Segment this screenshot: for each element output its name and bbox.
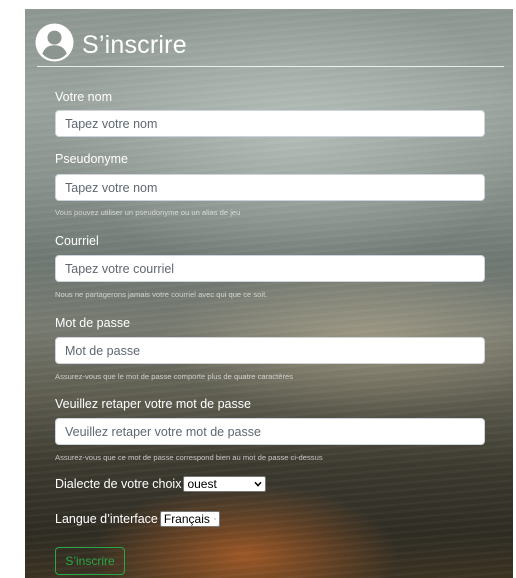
name-label: Votre nom	[55, 90, 112, 104]
name-input[interactable]	[55, 110, 485, 137]
password-help: Assurez-vous que le mot de passe comport…	[55, 372, 294, 381]
dialect-row: Dialecte de votre choix ouest	[55, 476, 267, 492]
dialect-select[interactable]: ouest	[183, 476, 267, 492]
email-help: Nous ne partagerons jamais votre courrie…	[55, 290, 268, 299]
header: S’inscrire	[35, 22, 187, 62]
password-confirm-label: Veuillez retaper votre mot de passe	[55, 397, 251, 411]
chevron-down-icon	[254, 481, 263, 487]
nickname-help: Vous pouvez utiliser un pseudonyme ou un…	[55, 208, 241, 217]
language-select[interactable]: Français	[159, 511, 220, 527]
page-title: S’inscrire	[82, 30, 187, 59]
password-label: Mot de passe	[55, 316, 131, 330]
password-confirm-help: Assurez-vous que ce mot de passe corresp…	[55, 453, 323, 462]
nickname-input[interactable]	[55, 174, 485, 201]
email-label: Courriel	[55, 234, 99, 248]
signup-panel: S’inscrire Votre nom Pseudonyme Vous pou…	[25, 9, 513, 578]
user-avatar-icon	[35, 22, 74, 62]
password-input[interactable]	[55, 337, 485, 364]
language-label: Langue d’interface	[55, 512, 158, 526]
chevron-down-icon	[213, 518, 216, 520]
dialect-label: Dialecte de votre choix	[55, 477, 182, 491]
language-selected-value: Français	[163, 512, 210, 526]
password-confirm-input[interactable]	[55, 418, 485, 445]
header-divider	[37, 66, 504, 67]
dialect-selected-value: ouest	[187, 477, 217, 491]
signup-button[interactable]: S’inscrire	[55, 547, 125, 575]
language-row: Langue d’interface Français	[55, 511, 220, 527]
email-input[interactable]	[55, 255, 485, 282]
nickname-label: Pseudonyme	[55, 152, 128, 166]
